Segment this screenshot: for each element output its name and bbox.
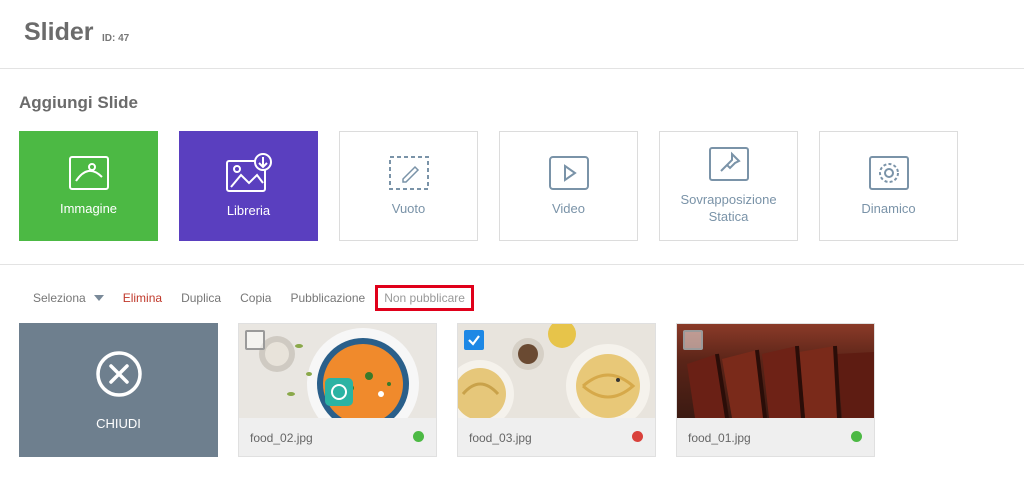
check-icon xyxy=(468,335,480,346)
add-library-button[interactable]: Libreria xyxy=(179,131,318,241)
slide-card[interactable]: food_01.jpg xyxy=(676,323,875,457)
delete-button[interactable]: Elimina xyxy=(123,291,162,305)
add-image-button[interactable]: Immagine xyxy=(19,131,158,241)
slide-thumbnail xyxy=(458,324,655,418)
slide-card[interactable]: food_02.jpg xyxy=(238,323,437,457)
select-label: Seleziona xyxy=(33,291,86,305)
close-button[interactable]: CHIUDI xyxy=(19,323,218,457)
tile-label: Libreria xyxy=(226,202,271,218)
add-dynamic-button[interactable]: Dinamico xyxy=(819,131,958,241)
section-divider xyxy=(0,264,1024,265)
publish-button[interactable]: Pubblicazione xyxy=(290,291,365,305)
steak-image xyxy=(687,345,874,418)
library-download-icon xyxy=(225,152,272,192)
unpublished-x-icon xyxy=(632,431,643,442)
slide-filename: food_03.jpg xyxy=(469,431,532,445)
caret-down-icon xyxy=(93,295,104,301)
image-icon xyxy=(68,155,109,190)
slide-checkbox[interactable] xyxy=(464,330,484,350)
slide-filename: food_01.jpg xyxy=(688,431,751,445)
add-slide-title: Aggiungi Slide xyxy=(19,93,138,112)
tile-label: Immagine xyxy=(59,200,118,216)
soup-image xyxy=(259,328,419,418)
tile-label: Dinamico xyxy=(861,200,916,216)
published-check-icon xyxy=(851,431,862,442)
add-video-button[interactable]: Video xyxy=(499,131,638,241)
slide-filename: food_02.jpg xyxy=(250,431,313,445)
slider-id: ID: 47 xyxy=(102,33,130,44)
pin-icon xyxy=(708,147,749,182)
duplicate-button[interactable]: Duplica xyxy=(181,291,221,305)
tile-label: Video xyxy=(551,200,585,216)
add-static-overlay-button[interactable]: Sovrapposizione Statica xyxy=(659,131,798,241)
video-play-icon xyxy=(548,155,589,190)
unpublish-button[interactable]: Non pubblicare xyxy=(375,285,474,311)
add-empty-button[interactable]: Vuoto xyxy=(339,131,478,241)
page-title: Slider xyxy=(24,18,94,46)
slide-checkbox[interactable] xyxy=(683,330,703,350)
gear-icon xyxy=(868,155,909,190)
slide-thumbnail xyxy=(677,324,874,418)
add-slide-tiles: Immagine Libreria Vuoto Video Sovrapposi… xyxy=(19,131,958,241)
slide-thumbnail xyxy=(239,324,436,418)
slides-grid: CHIUDI food_02.jpg food_03.jpg food_01.j… xyxy=(19,323,875,457)
select-dropdown[interactable]: Seleziona xyxy=(33,291,104,305)
slides-toolbar: Seleziona Elimina Duplica Copia Pubblica… xyxy=(33,285,493,311)
copy-button[interactable]: Copia xyxy=(240,291,271,305)
tile-label: Vuoto xyxy=(391,200,426,216)
published-check-icon xyxy=(413,431,424,442)
slide-card[interactable]: food_03.jpg xyxy=(457,323,656,457)
pasta-image xyxy=(458,324,650,418)
close-circle-icon xyxy=(95,350,142,397)
page-header: Slider ID: 47 xyxy=(0,0,1024,69)
empty-dashed-icon xyxy=(388,155,429,190)
slide-checkbox[interactable] xyxy=(245,330,265,350)
tile-label: Sovrapposizione Statica xyxy=(680,192,777,224)
close-label: CHIUDI xyxy=(96,415,141,431)
